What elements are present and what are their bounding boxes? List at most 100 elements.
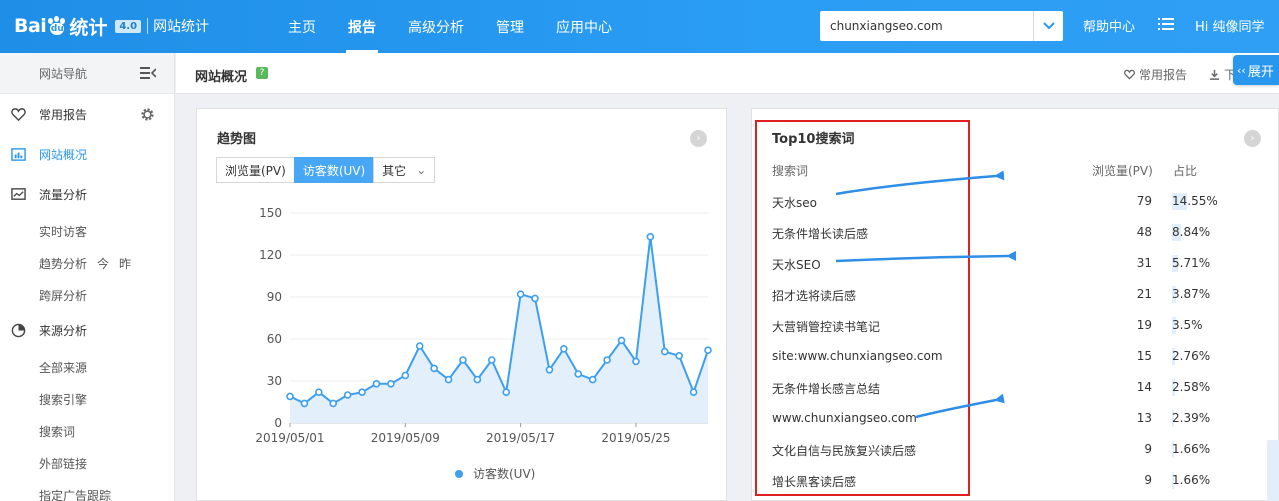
data-point [531, 294, 539, 303]
sidebar-title: 网站导航 [39, 66, 88, 81]
logo-product-text: 统计 [69, 16, 108, 39]
download-button[interactable]: 下 [1209, 66, 1236, 83]
sidebar-subitem-all-sources[interactable]: 全部来源 [39, 359, 87, 376]
scroll-indicator[interactable] [1267, 440, 1279, 501]
series-area [290, 236, 708, 423]
keyword-cell[interactable]: 天水SEO [772, 256, 821, 273]
data-point [704, 346, 712, 354]
logo-paw-text: du [50, 23, 65, 35]
data-point [372, 379, 381, 388]
page-title: 网站概况 [195, 70, 248, 85]
keyword-cell[interactable]: 无条件增长感言总结 [772, 380, 880, 397]
collapse-menu-icon[interactable] [140, 66, 156, 80]
site-selector[interactable]: chunxiangseo.com [820, 11, 1063, 41]
traffic-icon [11, 187, 26, 200]
data-point [415, 342, 424, 350]
pv-cell: 14 [1136, 380, 1152, 394]
sidebar-subitem-external-links[interactable]: 外部链接 [39, 455, 87, 472]
table-row[interactable]: 天水seo 79 14.55% [752, 187, 1279, 218]
sidebar-subitem-search-terms[interactable]: 搜索词 [39, 423, 75, 440]
yesterday-shortcut[interactable]: 昨 [119, 257, 131, 271]
nav-app-center[interactable]: 应用中心 [540, 0, 628, 53]
keyword-cell[interactable]: site:www.chunxiangseo.com [772, 349, 943, 363]
data-point [646, 233, 655, 241]
nav-management[interactable]: 管理 [480, 0, 540, 53]
baidu-tongji-logo[interactable]: Bai du 统计 4.0 网站统计 [14, 12, 209, 40]
chevron-right-icon[interactable]: › [1244, 130, 1261, 147]
x-tick-label: 2019/05/01 [255, 431, 324, 445]
table-row[interactable]: 招才选将读后感 21 3.87% [752, 280, 1279, 311]
sidebar-item-source-analysis[interactable]: 来源分析 [0, 314, 175, 346]
keyword-cell[interactable]: 无条件增长读后感 [772, 225, 868, 242]
keyword-cell[interactable]: 天水seo [772, 194, 817, 211]
list-menu-icon[interactable] [1158, 16, 1174, 32]
baidu-paw-icon: du [47, 16, 67, 36]
table-row[interactable]: 增长黑客读后感 9 1.66% [752, 466, 1279, 497]
data-point [487, 356, 496, 364]
data-point [632, 357, 640, 366]
keyword-cell[interactable]: 增长黑客读后感 [772, 473, 856, 490]
heart-icon [11, 107, 26, 121]
logo-brand-text: Bai [14, 15, 47, 37]
sidebar-item-traffic-analysis[interactable]: 流量分析 [0, 178, 175, 210]
y-tick-label: 30 [267, 374, 282, 388]
user-greeting[interactable]: Hi 纯像同学 [1195, 16, 1265, 35]
main-nav: 主页 报告 高级分析 管理 应用中心 [272, 0, 628, 53]
chevron-down-icon[interactable] [1033, 11, 1063, 41]
pv-cell: 79 [1136, 194, 1152, 208]
sidebar-subitem-realtime-visitors[interactable]: 实时访客 [39, 223, 87, 240]
sidebar-subitem-label: 趋势分析 [39, 257, 88, 271]
expand-button[interactable]: ‹‹ 展开 [1233, 55, 1279, 85]
favorite-report-button[interactable]: 常用报告 [1124, 66, 1187, 83]
ratio-cell: 2.76% [1172, 349, 1211, 363]
data-point [343, 391, 352, 399]
keyword-cell[interactable]: www.chunxiangseo.com [772, 411, 917, 425]
ratio-cell: 3.87% [1172, 287, 1211, 301]
ratio-cell: 1.66% [1172, 473, 1211, 487]
pv-cell: 9 [1144, 442, 1152, 456]
column-header-keyword: 搜索词 [772, 164, 809, 178]
y-tick-label: 0 [274, 416, 282, 430]
nav-advanced-analysis[interactable]: 高级分析 [392, 0, 480, 53]
sidebar-subitem-ad-tracking[interactable]: 指定广告跟踪 [39, 487, 111, 501]
x-tick-label: 2019/05/17 [486, 431, 555, 445]
ratio-cell: 5.71% [1172, 256, 1211, 270]
help-badge-icon[interactable]: ? [256, 67, 268, 79]
sidebar-subitem-trend-analysis[interactable]: 趋势分析今昨 [39, 255, 131, 272]
sidebar-item-favorite-reports[interactable]: 常用报告 [0, 98, 175, 130]
table-row[interactable]: 大营销管控读书笔记 19 3.5% [752, 311, 1279, 342]
sidebar-item-label: 来源分析 [39, 323, 88, 338]
gear-icon[interactable] [140, 107, 155, 122]
sidebar-item-overview[interactable]: 网站概况 [0, 138, 175, 170]
y-tick-label: 90 [267, 290, 282, 304]
overview-icon [11, 147, 26, 161]
table-row[interactable]: 天水SEO 31 5.71% [752, 249, 1279, 280]
sidebar-subitem-search-engines[interactable]: 搜索引擎 [39, 391, 87, 408]
data-point [560, 345, 568, 353]
sidebar-header: 网站导航 [0, 53, 174, 94]
nav-reports[interactable]: 报告 [332, 0, 392, 53]
today-shortcut[interactable]: 今 [97, 257, 109, 271]
logo-subtitle: 网站统计 [153, 19, 210, 35]
trend-chart: 0 30 60 90 120 150 2019/05/01 2019/05/09 2019/05… [255, 206, 712, 481]
data-point [574, 370, 583, 378]
data-point [689, 388, 698, 397]
pv-cell: 19 [1136, 318, 1152, 332]
keyword-cell[interactable]: 大营销管控读书笔记 [772, 318, 880, 335]
table-row[interactable]: www.chunxiangseo.com 13 2.39% [752, 404, 1279, 435]
keyword-cell[interactable]: 文化自信与民族复兴读后感 [772, 442, 916, 459]
version-badge: 4.0 [115, 19, 142, 33]
pv-cell: 9 [1144, 473, 1152, 487]
keyword-cell[interactable]: 招才选将读后感 [772, 287, 856, 304]
table-row[interactable]: 文化自信与民族复兴读后感 9 1.66% [752, 435, 1279, 466]
sidebar-item-label: 常用报告 [39, 107, 88, 122]
help-center-link[interactable]: 帮助中心 [1083, 16, 1135, 35]
nav-home[interactable]: 主页 [272, 0, 332, 53]
ratio-cell: 2.58% [1172, 380, 1211, 394]
top-navigation-bar: Bai du 统计 4.0 网站统计 主页 报告 高级分析 管理 应用中心 ch… [0, 0, 1279, 53]
data-point [603, 356, 611, 364]
sidebar-subitem-cross-screen[interactable]: 跨屏分析 [39, 287, 87, 304]
table-row[interactable]: site:www.chunxiangseo.com 15 2.76% [752, 342, 1279, 373]
table-row[interactable]: 无条件增长读后感 48 8.84% [752, 218, 1279, 249]
table-row[interactable]: 无条件增长感言总结 14 2.58% [752, 373, 1279, 404]
